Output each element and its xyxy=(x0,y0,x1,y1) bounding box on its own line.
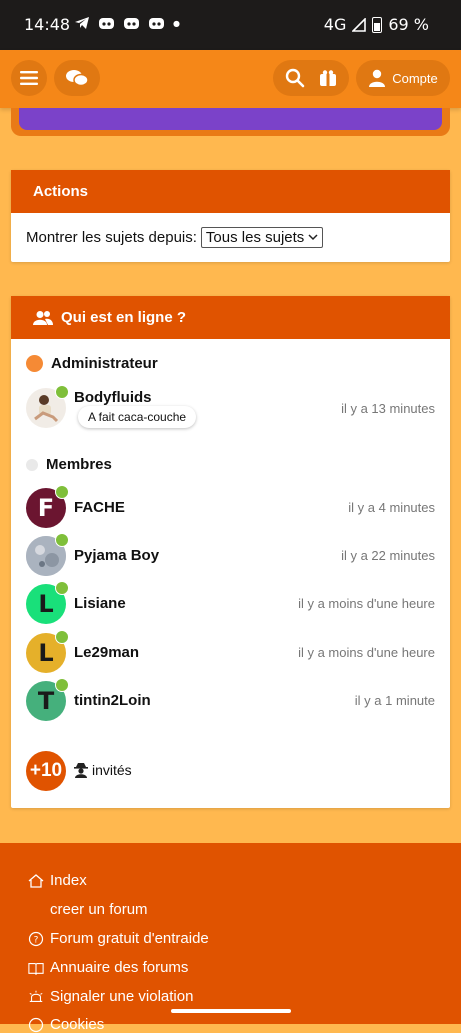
footer-link-label: creer un forum xyxy=(50,901,148,918)
gift-icon[interactable] xyxy=(319,69,337,87)
top-navigation: Compte xyxy=(0,50,461,108)
online-user-row[interactable]: L Lisiane il y a moins d'une heure xyxy=(26,581,435,628)
status-bubble: A fait caca-couche xyxy=(78,406,197,428)
last-seen: il y a 1 minute xyxy=(354,693,435,708)
show-topics-label: Montrer les sujets depuis: xyxy=(26,229,197,246)
gesture-home-indicator[interactable] xyxy=(171,1009,291,1013)
guests-label: invités xyxy=(74,762,132,778)
system-indicators: 4G 69 % xyxy=(324,15,429,34)
footer-link-cookies[interactable]: Cookies xyxy=(28,1016,104,1033)
username: Lisiane xyxy=(74,595,126,612)
signal-icon xyxy=(352,17,367,32)
telegram-icon xyxy=(75,17,89,29)
search-icon[interactable] xyxy=(285,68,305,88)
account-button[interactable]: Compte xyxy=(356,60,450,96)
last-seen: il y a 22 minutes xyxy=(341,548,435,563)
status-bar: 14:48 ● 4G 69 % xyxy=(0,0,461,50)
discord-icon xyxy=(124,17,139,29)
users-icon xyxy=(33,310,53,325)
battery-level: 69 % xyxy=(388,15,429,34)
online-indicator xyxy=(55,630,69,644)
discord-icon xyxy=(99,17,114,29)
username: tintin2Loin xyxy=(74,692,151,709)
chat-bubbles-icon xyxy=(66,70,89,87)
alarm-icon xyxy=(28,989,44,1005)
admin-group-label: Administrateur xyxy=(51,355,158,372)
guests-count-badge: +10 xyxy=(26,751,66,791)
who-is-online-panel: Qui est en ligne ? Administrateur Bodyfl… xyxy=(11,296,450,808)
topics-period-value: Tous les sujets xyxy=(205,229,305,246)
banner-strip xyxy=(11,108,450,136)
online-indicator xyxy=(55,678,69,692)
network-type: 4G xyxy=(323,15,347,34)
admin-color-dot xyxy=(26,355,43,372)
actions-title: Actions xyxy=(33,183,89,200)
online-user-row[interactable]: Pyjama Boy il y a 22 minutes xyxy=(26,533,435,580)
admin-group-title: Administrateur xyxy=(26,355,158,372)
members-group-label: Membres xyxy=(46,456,112,473)
footer-link-label: Cookies xyxy=(50,1016,105,1033)
username: FACHE xyxy=(74,499,125,516)
footer-link-help-forum[interactable]: ? Forum gratuit d'entraide xyxy=(28,930,209,947)
hamburger-icon xyxy=(20,71,38,85)
chat-button[interactable] xyxy=(54,60,100,96)
footer: Index creer un forum ? Forum gratuit d'e… xyxy=(0,843,461,1033)
username: Le29man xyxy=(74,644,140,661)
footer-link-label: Annuaire des forums xyxy=(50,959,189,976)
last-seen: il y a moins d'une heure xyxy=(298,645,435,660)
info-icon xyxy=(28,1017,44,1033)
online-user-row[interactable]: T tintin2Loin il y a 1 minute xyxy=(26,678,435,725)
menu-button[interactable] xyxy=(11,60,47,96)
footer-link-label: Index xyxy=(50,872,87,889)
footer-link-label: Forum gratuit d'entraide xyxy=(50,930,209,947)
online-header: Qui est en ligne ? xyxy=(11,296,450,339)
status-time: 14:48 xyxy=(24,15,71,34)
online-indicator xyxy=(55,581,69,595)
help-icon: ? xyxy=(28,931,44,947)
home-icon xyxy=(28,873,44,889)
footer-link-label: Signaler une violation xyxy=(50,988,194,1005)
actions-panel: Actions Montrer les sujets depuis: Tous … xyxy=(11,170,450,262)
search-gifts-group xyxy=(273,60,349,96)
actions-header: Actions xyxy=(11,170,450,213)
user-icon xyxy=(369,69,386,87)
last-seen: il y a 4 minutes xyxy=(348,500,435,515)
last-seen: il y a moins d'une heure xyxy=(298,596,435,611)
online-user-admin[interactable]: Bodyfluids il y a 13 minutes A fait caca… xyxy=(26,385,435,432)
online-indicator xyxy=(55,533,69,547)
footer-link-report[interactable]: Signaler une violation xyxy=(28,988,193,1005)
footer-link-directory[interactable]: Annuaire des forums xyxy=(28,959,188,976)
incognito-icon xyxy=(74,763,88,778)
username: Pyjama Boy xyxy=(74,547,160,564)
discord-icon xyxy=(149,17,164,29)
online-user-row[interactable]: L Le29man il y a moins d'une heure xyxy=(26,630,435,677)
battery-icon xyxy=(372,16,383,33)
online-indicator xyxy=(55,385,69,399)
members-group-title: Membres xyxy=(26,456,112,473)
footer-link-create-forum[interactable]: creer un forum xyxy=(28,901,148,918)
online-indicator xyxy=(55,485,69,499)
member-color-dot xyxy=(26,458,38,471)
svg-text:?: ? xyxy=(34,935,39,945)
online-title: Qui est en ligne ? xyxy=(61,309,187,326)
more-notifications-dot-icon: ● xyxy=(173,18,180,28)
guests-text: invités xyxy=(92,762,132,778)
account-label: Compte xyxy=(392,70,438,86)
chevron-down-icon xyxy=(308,234,318,241)
last-seen: il y a 13 minutes xyxy=(341,401,435,416)
username: Bodyfluids xyxy=(74,389,152,406)
book-icon xyxy=(28,960,44,976)
online-user-row[interactable]: F FACHE il y a 4 minutes xyxy=(26,485,435,532)
topics-period-select[interactable]: Tous les sujets xyxy=(200,227,324,248)
blank-icon-slot xyxy=(28,902,44,918)
notification-icons: ● xyxy=(74,16,180,30)
footer-link-index[interactable]: Index xyxy=(28,872,87,889)
